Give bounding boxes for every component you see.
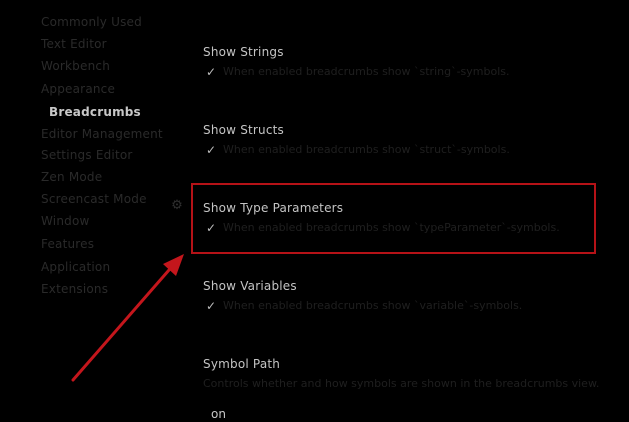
annotation-arrow — [71, 254, 184, 382]
arrow-shaft — [71, 260, 178, 382]
